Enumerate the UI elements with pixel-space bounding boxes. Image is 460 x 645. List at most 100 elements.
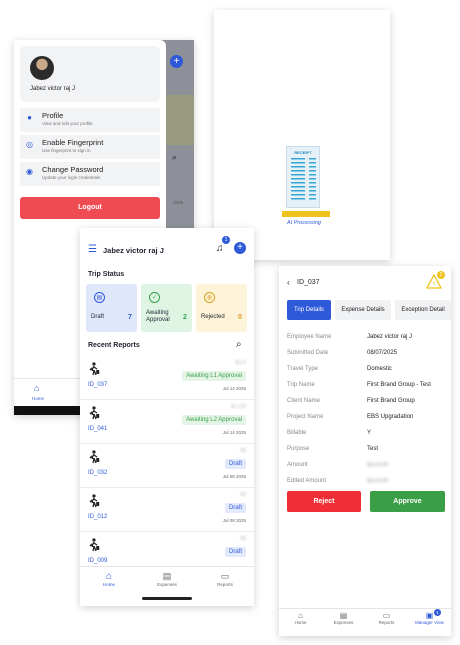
- field-value: 08/07/2025: [367, 350, 398, 356]
- menu-subtitle: View and edit your profile: [42, 121, 93, 126]
- nav-manager-view[interactable]: ▣ Manager View: [408, 611, 451, 625]
- field-value: First Brand Group - Test: [367, 382, 431, 388]
- report-row[interactable]: ID_037 $113 Awaiting L1 Approval Jul 14 202…: [80, 356, 254, 400]
- field-value: $113.00: [367, 478, 389, 484]
- report-date: Jul 08 2025: [222, 474, 246, 479]
- back-icon[interactable]: ‹: [287, 278, 290, 287]
- report-id: ID_012: [88, 514, 108, 520]
- detail-row: Billable Y: [287, 430, 447, 446]
- fingerprint-icon: ◎: [26, 140, 33, 149]
- menu-subtitle: Use fingerprint to sign in: [42, 148, 91, 153]
- menu-item-fingerprint[interactable]: ◎ Enable Fingerprint Use fingerprint to …: [20, 135, 160, 159]
- key-icon: ◉: [26, 167, 33, 176]
- detail-row: Client Name First Brand Group: [287, 398, 447, 414]
- tab-trip-details[interactable]: Trip Details: [287, 300, 331, 320]
- approve-button[interactable]: Approve: [370, 491, 445, 512]
- bell-icon[interactable]: ♫: [216, 243, 228, 256]
- nav-label: Manager View: [415, 620, 444, 625]
- detail-row: Amount $113.00: [287, 462, 447, 478]
- nav-label: Reports: [217, 582, 233, 587]
- field-label: Purpose: [287, 446, 310, 452]
- nav-reports[interactable]: ▭ Reports: [365, 611, 408, 625]
- nav-home[interactable]: ⌂ Home: [80, 571, 138, 587]
- tab-expense-details[interactable]: Expense Details: [335, 300, 391, 320]
- detail-row: Submitted Date 08/07/2025: [287, 350, 447, 366]
- home-icon: ⌂: [298, 611, 303, 620]
- background-card: [166, 95, 194, 145]
- field-label: Edited Amount: [287, 478, 327, 484]
- report-list: ID_037 $113 Awaiting L1 Approval Jul 14 202…: [80, 356, 254, 564]
- status-label: Draft: [91, 314, 105, 320]
- document-icon: ▤: [339, 611, 348, 620]
- report-amount: $0: [240, 492, 246, 498]
- svg-text:!: !: [433, 281, 435, 288]
- draft-icon: ▤: [94, 292, 105, 303]
- nav-label: Home: [294, 620, 307, 625]
- add-report-button[interactable]: +: [234, 242, 246, 254]
- warning-badge: 2: [437, 271, 445, 279]
- trip-detail-screen: ‹ ID_037 ! 2 Trip Details Expense Detail…: [279, 266, 451, 636]
- report-id: ID_032: [88, 470, 108, 476]
- logout-button[interactable]: Logout: [20, 197, 160, 219]
- bottom-nav: ⌂ Home ▤ Expenses ▭ Reports ▣ Manager Vi…: [279, 608, 451, 632]
- status-card-rejected[interactable]: ◍ Rejected 0: [196, 284, 247, 332]
- home-screen: ☰ Jabez victor raj J ♫ 1 + Trip Status ▤…: [80, 228, 254, 606]
- menu-item-profile[interactable]: ● Profile View and edit your profile: [20, 108, 160, 132]
- status-card-draft[interactable]: ▤ Draft 7: [86, 284, 137, 332]
- detail-row: Purpose Test: [287, 446, 447, 462]
- tab-exception-detail[interactable]: Exception Detail: [395, 300, 451, 320]
- bottom-nav: ⌂ Home ▤ Expenses ▭ Reports: [80, 566, 254, 600]
- rejected-icon: ◍: [204, 292, 215, 303]
- report-id: ID_009: [88, 558, 108, 564]
- field-value: Y: [367, 430, 372, 436]
- status-count: 7: [128, 314, 132, 321]
- field-label: Travel Type: [287, 366, 319, 372]
- reject-button[interactable]: Reject: [287, 491, 361, 512]
- report-row[interactable]: ID_041 $1,129 Awaiting L2 Approval Jul 14 2…: [80, 400, 254, 444]
- home-indicator: [142, 597, 192, 600]
- nav-reports[interactable]: ▭ Reports: [196, 571, 254, 587]
- report-date: Jul 08 2025: [222, 518, 246, 523]
- detail-row: Travel Type Domestic: [287, 366, 447, 382]
- menu-item-change-password[interactable]: ◉ Change Password Update your login cred…: [20, 162, 160, 186]
- status-count: 0: [238, 314, 242, 321]
- field-label: Billable: [287, 430, 307, 436]
- nav-expenses[interactable]: ▤ Expenses: [138, 571, 196, 587]
- detail-fields: Employee Name Jabez victor raj J Submitted…: [279, 334, 451, 494]
- status-badge: Draft: [224, 547, 246, 557]
- profile-card: Jabez victor raj J: [20, 46, 160, 102]
- scan-bar: [282, 211, 330, 217]
- menu-title: Enable Fingerprint: [42, 138, 104, 147]
- report-amount: $0: [240, 536, 246, 542]
- nav-expenses[interactable]: ▤ Expenses: [322, 611, 365, 625]
- report-row[interactable]: ID_012 $0 Draft Jul 08 2025: [80, 488, 254, 532]
- search-icon: ⌕: [172, 152, 178, 162]
- home-icon[interactable]: ⌂: [34, 383, 39, 393]
- receipt-lines: [291, 158, 316, 200]
- trip-status-title: Trip Status: [88, 271, 125, 278]
- report-row[interactable]: ID_032 $0 Draft Jul 08 2025: [80, 444, 254, 488]
- report-row[interactable]: ID_009 $0 Draft: [80, 532, 254, 564]
- detail-row: Trip Name First Brand Group - Test: [287, 382, 447, 398]
- home-icon: ⌂: [105, 571, 113, 582]
- briefcase-icon: ▣: [425, 611, 434, 620]
- avatar[interactable]: [30, 56, 54, 80]
- field-value: Domestic: [367, 366, 393, 372]
- drawer-user-name: Jabez victor raj J: [30, 86, 76, 92]
- status-card-awaiting[interactable]: ✓ Awaiting Approval 2: [141, 284, 192, 332]
- receipt-label: RECEIPT: [294, 150, 312, 155]
- nav-home-label: Home: [32, 396, 45, 401]
- nav-label: Reports: [378, 620, 395, 625]
- nav-home[interactable]: ⌂ Home: [279, 611, 322, 625]
- report-date: Jul 14 2025: [222, 430, 246, 435]
- traveler-icon: [89, 362, 100, 376]
- nav-label: Home: [102, 582, 115, 587]
- detail-row: Employee Name Jabez victor raj J: [287, 334, 447, 350]
- receipt-illustration: RECEIPT: [286, 146, 320, 208]
- search-icon[interactable]: ⌕: [236, 339, 242, 350]
- report-date: Jul 14 2025: [222, 386, 246, 391]
- field-label: Project Name: [287, 414, 324, 420]
- menu-title: Change Password: [42, 165, 104, 174]
- hamburger-menu-icon[interactable]: ☰: [88, 244, 97, 255]
- report-amount: $0: [240, 448, 246, 454]
